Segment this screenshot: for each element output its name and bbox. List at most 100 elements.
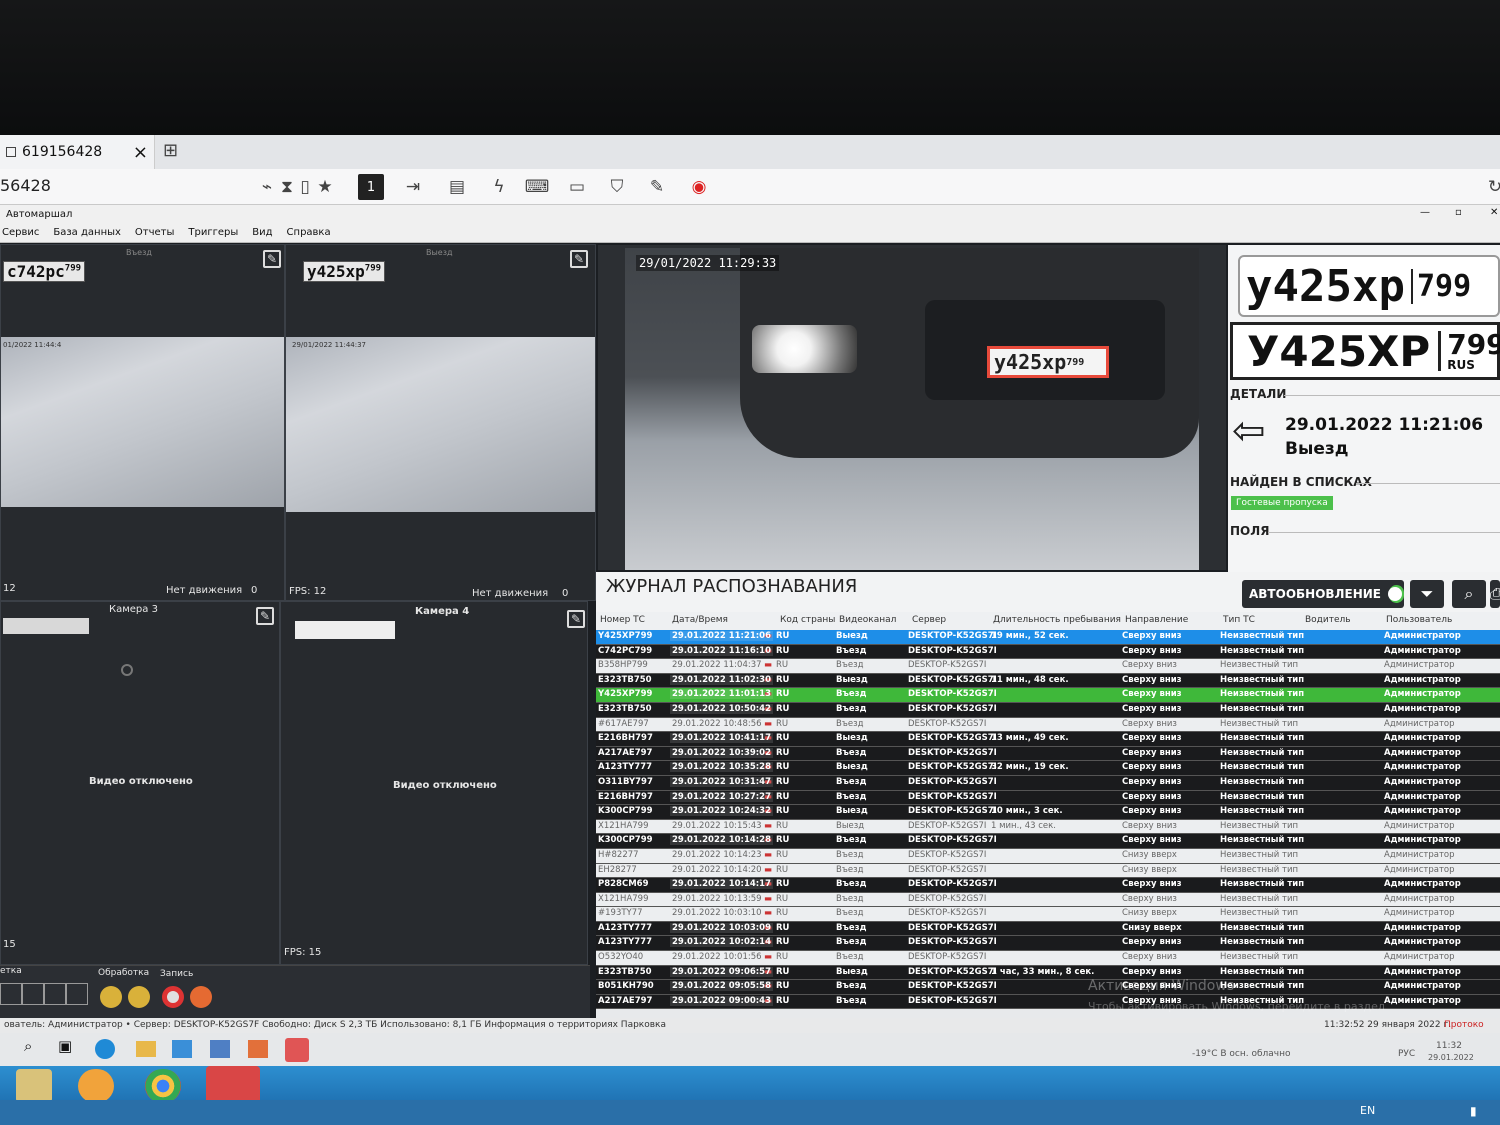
table-row[interactable]: ▬ P828CM69 29.01.2022 10:14:17 RU Въезд DESKT… — [596, 878, 1500, 893]
task-view-icon[interactable]: ▣ — [58, 1037, 72, 1055]
table-row[interactable]: ▬ E323TB750 29.01.2022 11:02:30 RU Выезд DESK… — [596, 673, 1500, 689]
table-row[interactable]: ▬ A217AE797 29.01.2022 10:39:02 RU Въезд DESK… — [596, 746, 1500, 762]
chrome-icon[interactable] — [145, 1069, 181, 1103]
filter-icon[interactable]: ⏷ — [1410, 580, 1444, 608]
col-duration[interactable]: Длительность пребывания — [993, 615, 1121, 625]
camera-4-panel[interactable]: Камера 4 ✎ Видео отключено FPS: 15 — [280, 601, 588, 965]
lightning-icon[interactable]: ϟ — [484, 174, 514, 200]
table-row[interactable]: ▬ A123TY777 29.01.2022 10:35:28 RU Выезд DESK… — [596, 761, 1500, 776]
wifi-icon[interactable]: ▮ — [1470, 1104, 1477, 1118]
menu-service[interactable]: Сервис — [2, 227, 39, 240]
explorer-icon[interactable] — [136, 1041, 156, 1057]
col-datetime[interactable]: Дата/Время — [672, 615, 728, 625]
table-row[interactable]: ▬ X121HA799 29.01.2022 10:15:43 RU Выезд DESK… — [596, 819, 1500, 835]
mail-icon[interactable] — [172, 1040, 192, 1058]
search-taskbar-icon[interactable]: ⌕ — [24, 1037, 32, 1055]
table-row[interactable]: ▬ A123TY777 29.01.2022 10:03:09 RU Въезд DESK… — [596, 921, 1500, 937]
cell-channel: Въезд — [836, 981, 867, 992]
camera-3-edit-icon[interactable]: ✎ — [256, 607, 274, 625]
toggle-switch-icon[interactable] — [1388, 585, 1404, 603]
system-tray: EN ▮ — [0, 1100, 1500, 1125]
table-row[interactable]: ▬ K300CP799 29.01.2022 10:24:32 RU Выезд DESK… — [596, 805, 1500, 820]
table-row[interactable]: ▬ Y425XP799 29.01.2022 11:01:13 RU Въезд DESK… — [596, 688, 1500, 703]
layout-3-icon[interactable] — [44, 983, 66, 1005]
menu-database[interactable]: База данных — [53, 227, 121, 240]
table-row[interactable]: ▬ O311BY797 29.01.2022 10:31:47 RU Въезд DESK… — [596, 775, 1500, 791]
minimize-icon[interactable]: — — [1420, 207, 1430, 218]
col-server[interactable]: Сервер — [912, 615, 946, 625]
layout-4-icon[interactable] — [66, 983, 88, 1005]
table-row[interactable]: ▬ EH28277 29.01.2022 10:14:20 RU Въезд DESKTO… — [596, 863, 1500, 879]
table-row[interactable]: ▬ A123TY777 29.01.2022 10:02:14 RU Въезд DESK… — [596, 936, 1500, 952]
pen-icon[interactable]: ✎ — [642, 174, 672, 200]
protocol-link[interactable]: Протоко — [1444, 1020, 1484, 1030]
search-icon[interactable]: ⌕ — [1452, 580, 1486, 608]
monitor-1-button[interactable]: 1 — [358, 174, 384, 200]
record-icon[interactable]: ◉ — [684, 174, 714, 200]
chat-icon[interactable]: ▤ — [442, 174, 472, 200]
refresh-icon[interactable]: ↻ — [1480, 174, 1500, 200]
layout-1-icon[interactable] — [0, 983, 22, 1005]
menu-reports[interactable]: Отчеты — [135, 227, 174, 240]
app-icon[interactable] — [248, 1040, 268, 1058]
media-icon[interactable] — [78, 1069, 114, 1103]
col-country[interactable]: Код страны — [780, 615, 835, 625]
camera-3-panel[interactable]: Камера 3 ✎ Видео отключено 15 — [0, 601, 280, 965]
transfer-icon[interactable]: ⇥ — [398, 174, 428, 200]
menu-help[interactable]: Справка — [287, 227, 331, 240]
table-row[interactable]: ▬ #193TY77 29.01.2022 10:03:10 RU Въезд DESKT… — [596, 907, 1500, 922]
col-user[interactable]: Пользователь — [1386, 615, 1452, 625]
auto-refresh-toggle[interactable]: АВТООБНОВЛЕНИЕ — [1242, 580, 1404, 608]
display-icon[interactable]: ▭ — [562, 174, 592, 200]
tray-lang-2[interactable]: EN — [1360, 1104, 1375, 1117]
tray-date[interactable]: 29.01.2022 — [1428, 1053, 1474, 1062]
table-row[interactable]: ▬ X121HA799 29.01.2022 10:13:59 RU Въезд DESK… — [596, 892, 1500, 908]
camera-2-panel[interactable]: у425хр799 Выезд 29/01/2022 11:44:37 ✎ FP… — [285, 244, 596, 601]
camera-1-edit-icon[interactable]: ✎ — [263, 250, 281, 268]
table-row[interactable]: ▬ Y425XP799 29.01.2022 11:21:06 RU Выезд DESK… — [596, 630, 1500, 645]
tray-lang[interactable]: РУС — [1398, 1049, 1415, 1059]
col-direction[interactable]: Направление — [1125, 615, 1188, 625]
menu-view[interactable]: Вид — [252, 227, 272, 240]
remote-session-tab[interactable]: 619156428 × — [0, 135, 155, 169]
record-stop-icon[interactable] — [190, 986, 212, 1008]
edge-icon[interactable] — [95, 1039, 115, 1059]
table-row[interactable]: ▬ B051KH790 29.01.2022 09:05:58 RU Въезд DESK… — [596, 980, 1500, 995]
close-icon[interactable]: ✕ — [1490, 207, 1498, 218]
table-row[interactable]: ▬ H#82277 29.01.2022 10:14:23 RU Въезд DESKTO… — [596, 848, 1500, 864]
folder-icon[interactable] — [16, 1069, 52, 1103]
close-tab-icon[interactable]: × — [133, 142, 148, 163]
new-tab-icon[interactable]: ⊞ — [163, 140, 178, 161]
menu-triggers[interactable]: Триггеры — [188, 227, 238, 240]
export-icon[interactable]: ⎙ — [1490, 580, 1500, 608]
table-row[interactable]: ▬ #617AE797 29.01.2022 10:48:56 RU Въезд DESK… — [596, 717, 1500, 733]
processing-pause-icon[interactable] — [128, 986, 150, 1008]
table-row[interactable]: ▬ E323TB750 29.01.2022 09:06:57 RU Выезд DESK… — [596, 965, 1500, 981]
table-row[interactable]: ▬ E323TB750 29.01.2022 10:50:42 RU Въезд DESK… — [596, 702, 1500, 718]
col-type[interactable]: Тип ТС — [1223, 615, 1255, 625]
maximize-icon[interactable]: ▫ — [1455, 207, 1462, 218]
store-icon[interactable] — [210, 1040, 230, 1058]
tray-time[interactable]: 11:32 — [1436, 1041, 1462, 1051]
processing-play-icon[interactable] — [100, 986, 122, 1008]
table-row[interactable]: ▬ C742PC799 29.01.2022 11:16:10 RU Въезд DESK… — [596, 644, 1500, 660]
automarshal-taskbar-icon[interactable] — [285, 1038, 309, 1062]
table-row[interactable]: ▬ B358HP799 29.01.2022 11:04:37 RU Въезд DESK… — [596, 659, 1500, 674]
camera-4-edit-icon[interactable]: ✎ — [567, 610, 585, 628]
table-row[interactable]: ▬ E216BH797 29.01.2022 10:41:17 RU Выезд DESK… — [596, 732, 1500, 747]
table-row[interactable]: ▬ O532YO40 29.01.2022 10:01:56 RU Въезд DESKT… — [596, 951, 1500, 966]
layout-2-icon[interactable] — [22, 983, 44, 1005]
table-row[interactable]: ▬ K300CP799 29.01.2022 10:14:28 RU Въезд DESK… — [596, 834, 1500, 849]
col-driver[interactable]: Водитель — [1305, 615, 1351, 625]
star-icon[interactable]: ★ — [310, 174, 340, 200]
record-start-icon[interactable] — [162, 986, 184, 1008]
col-plate[interactable]: Номер ТС — [600, 615, 645, 625]
camera-2-edit-icon[interactable]: ✎ — [570, 250, 588, 268]
list-badge[interactable]: Гостевые пропуска — [1231, 496, 1333, 510]
table-row[interactable]: ▬ E216BH797 29.01.2022 10:27:27 RU Въезд DESK… — [596, 790, 1500, 806]
shield-icon[interactable]: ⛉ — [602, 174, 632, 200]
keyboard-icon[interactable]: ⌨ — [522, 174, 552, 200]
camera-1-panel[interactable]: с742рс799 Въезд 01/2022 11:44:4 ✎ 12 Нет… — [0, 244, 285, 601]
camera-3-status: Видео отключено — [89, 776, 193, 787]
col-channel[interactable]: Видеоканал — [839, 615, 896, 625]
